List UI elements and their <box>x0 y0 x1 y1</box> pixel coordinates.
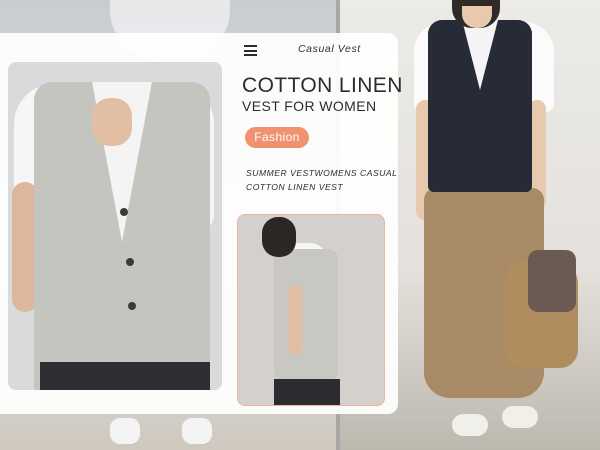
product-photo-side <box>237 214 385 406</box>
vest-button <box>128 302 136 310</box>
model-shoe <box>452 414 488 436</box>
model-shoe <box>502 406 538 428</box>
model-pants <box>274 379 340 405</box>
fashion-badge[interactable]: Fashion <box>245 127 309 148</box>
vest-button <box>126 258 134 266</box>
gray-vest <box>274 249 338 381</box>
background-shoe <box>182 418 212 444</box>
model-hair <box>262 217 296 257</box>
background-shoe <box>110 418 140 444</box>
product-description-line-1: SUMMER VESTWOMENS CASUAL <box>246 168 398 178</box>
model-pants <box>40 362 210 390</box>
vest-button <box>120 208 128 216</box>
bag-flap <box>528 250 576 312</box>
product-title: COTTON LINEN <box>242 74 403 97</box>
header-tagline: Casual Vest <box>298 43 361 55</box>
product-subtitle: VEST FOR WOMEN <box>242 98 377 114</box>
hamburger-menu-icon[interactable] <box>244 45 257 56</box>
model-arm <box>288 285 302 355</box>
model-hand <box>92 98 132 146</box>
product-photo-front <box>8 62 222 390</box>
product-description-line-2: COTTON LINEN VEST <box>246 182 344 192</box>
